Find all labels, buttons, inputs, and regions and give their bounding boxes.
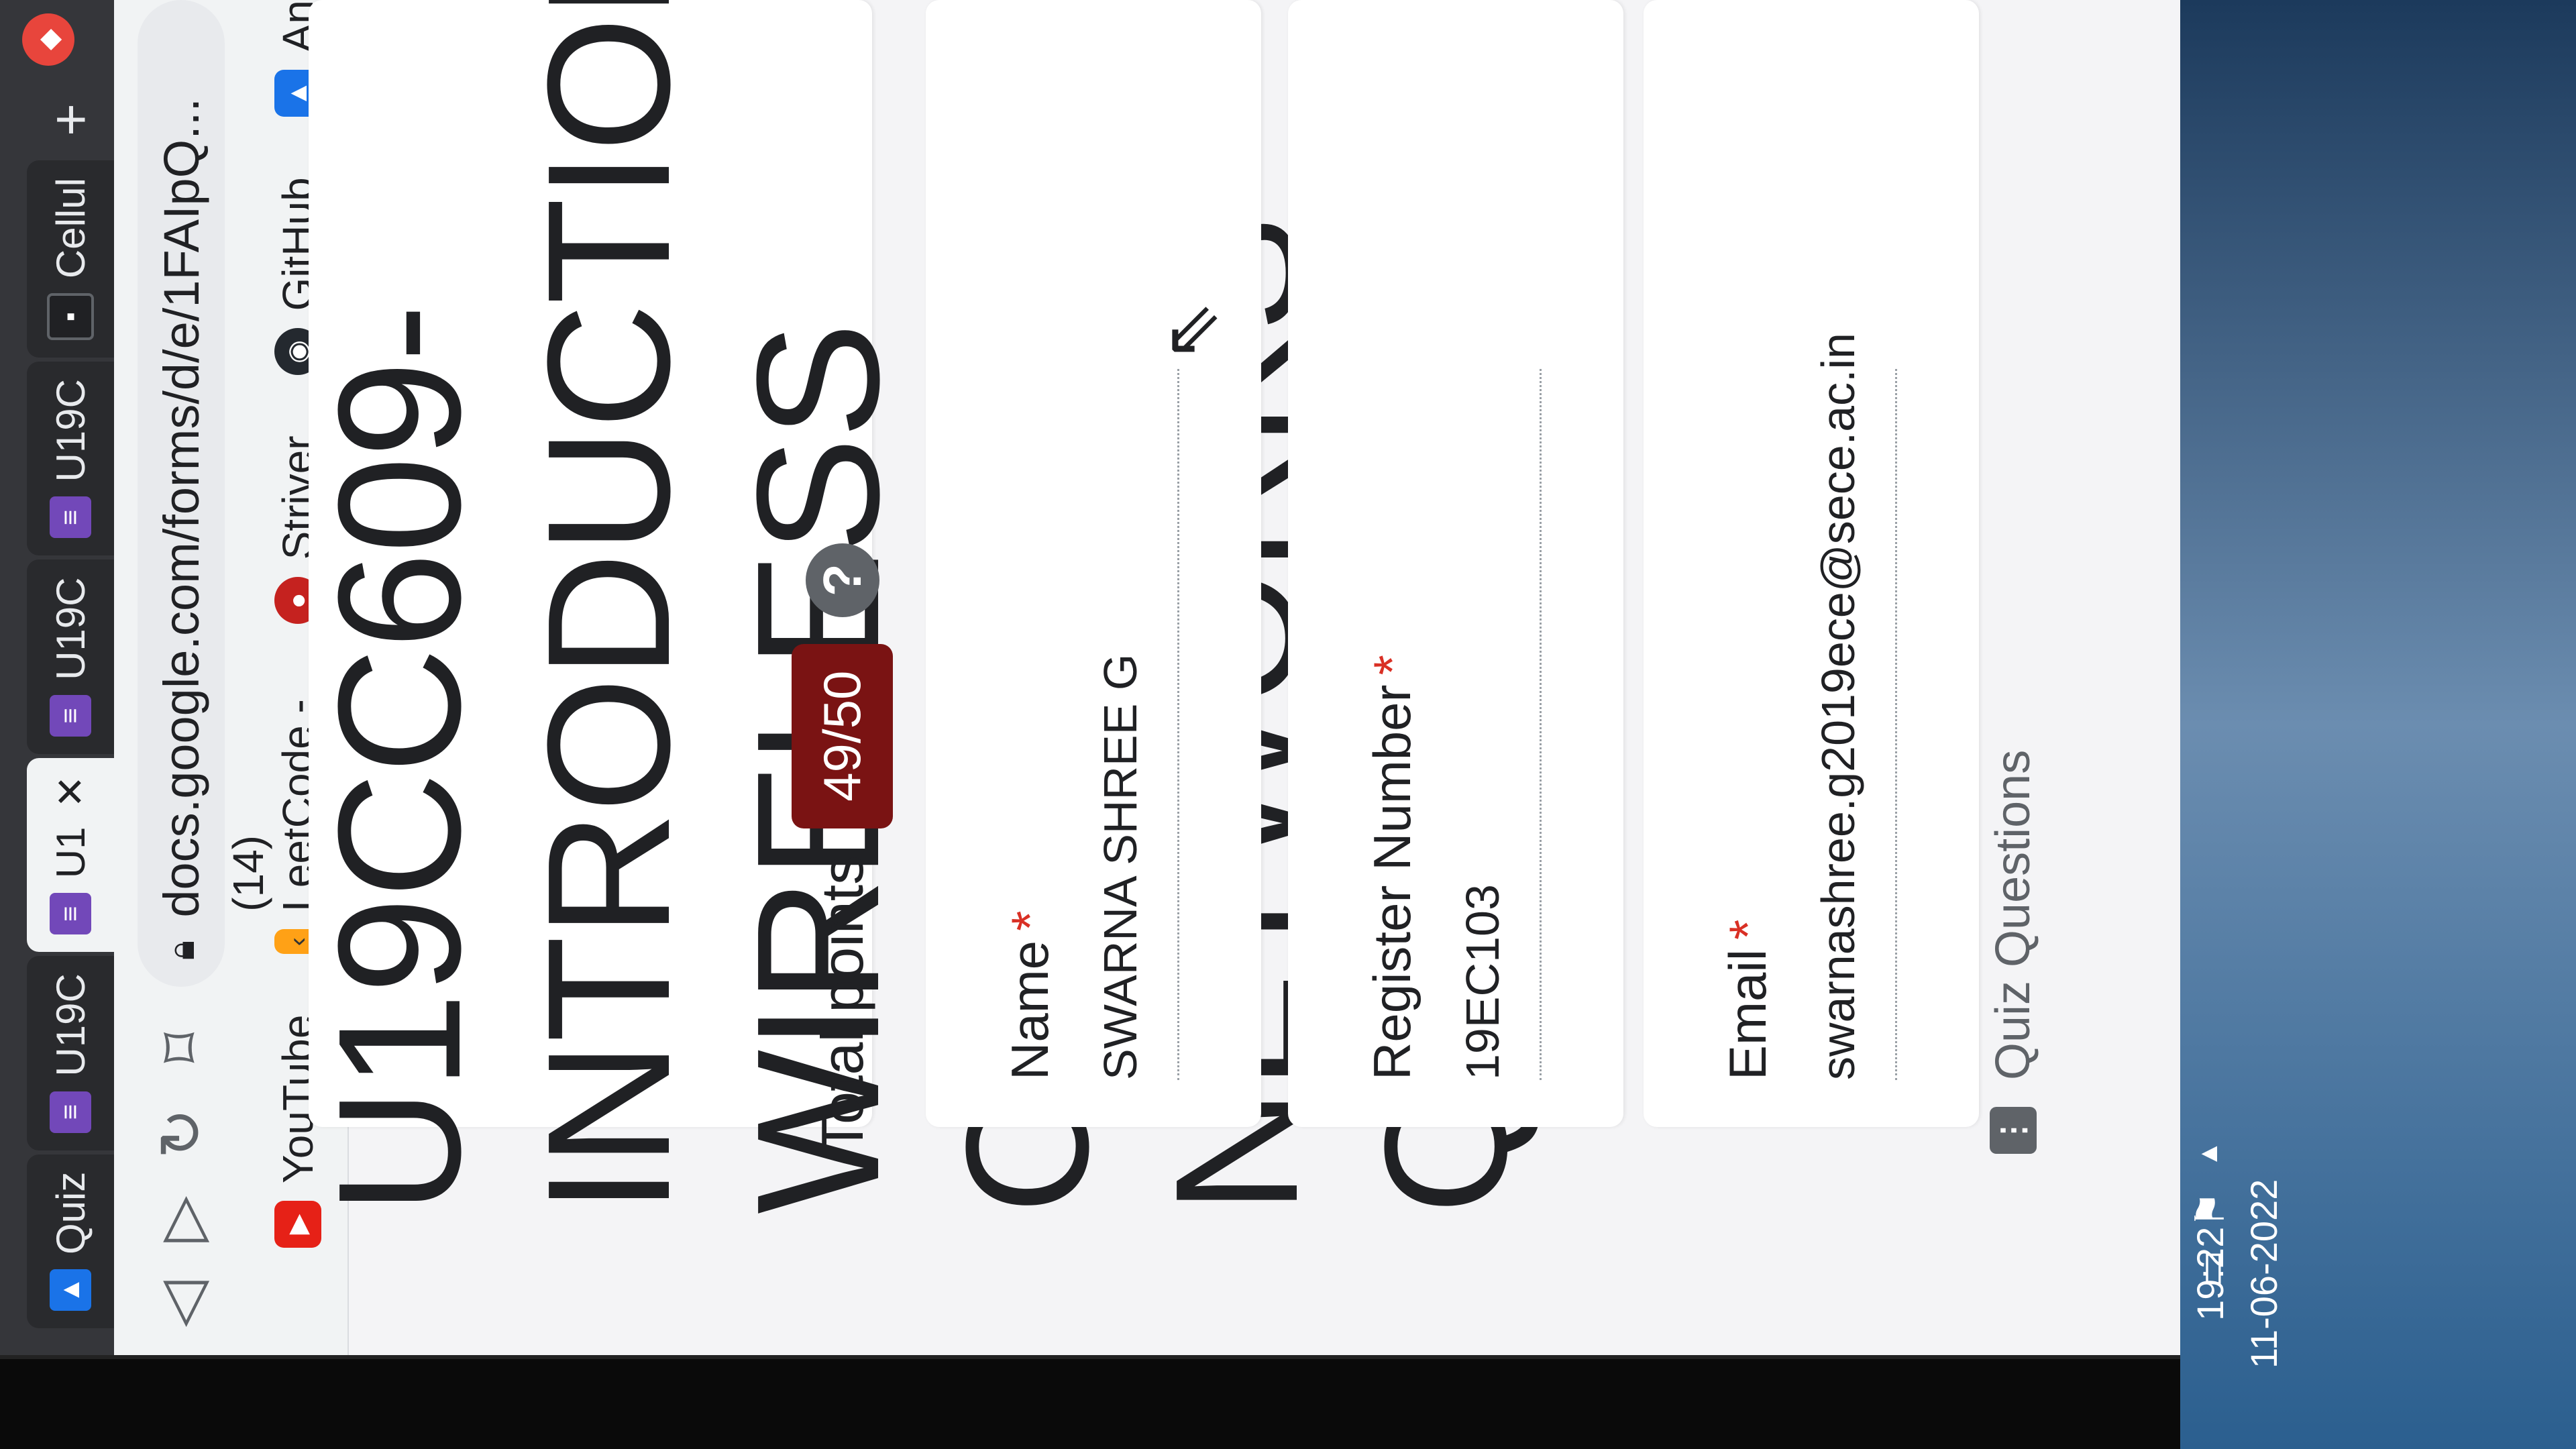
- tab-u19c-1[interactable]: ≡ U19C: [27, 956, 114, 1150]
- brave-logo-icon[interactable]: ◆: [22, 13, 74, 66]
- total-points-label: Total points: [808, 855, 875, 1154]
- input-underline: [1177, 369, 1179, 1080]
- required-asterisk: *: [1362, 655, 1421, 676]
- question-register-number: Register Number* 19EC103: [1288, 0, 1623, 1127]
- close-icon[interactable]: ✕: [48, 775, 93, 808]
- form-page: U19CC609-INTRODUCTION WIRELESS COMMUNICA…: [303, 0, 2180, 1355]
- form-header-card: U19CC609-INTRODUCTION WIRELESS COMMUNICA…: [303, 0, 1544, 1214]
- section-title: Quiz Questions: [1986, 749, 2040, 1080]
- forms-icon: ≡: [50, 496, 91, 539]
- question-email: Email* swarnashree.g2019ece@sece.ac.in: [1644, 0, 1979, 1127]
- browser-toolbar: ◁ ▷ ↻ ⌑ 🔒︎ docs.google.com/forms/d/e/1FA…: [114, 0, 248, 1355]
- show-hidden-icons-icon[interactable]: ▲: [2194, 1140, 2224, 1167]
- forward-icon[interactable]: ▷: [146, 1195, 217, 1243]
- forms-icon: ≡: [50, 694, 91, 737]
- address-bar[interactable]: 🔒︎ docs.google.com/forms/d/e/1FAIpQ...: [138, 0, 225, 987]
- input-underline: [1895, 369, 1897, 1080]
- new-tab-button[interactable]: +: [27, 83, 114, 156]
- url-text: docs.google.com/forms/d/e/1FAIpQ...: [153, 98, 209, 918]
- question-label: Register Number*: [1362, 655, 1421, 1080]
- tab-label: U19C: [48, 379, 93, 482]
- app-icon: ▪: [47, 293, 94, 341]
- input-underline: [1540, 369, 1542, 1080]
- section-footer: ⋮ Quiz Questions: [1986, 750, 2041, 1154]
- clock-date: 11-06-2022: [2243, 1179, 2285, 1368]
- tab-cellul[interactable]: ▪ Cellul: [27, 160, 114, 358]
- bookmark-icon[interactable]: ⌑: [146, 1023, 217, 1071]
- tab-quiz[interactable]: ▲ Quiz: [27, 1154, 114, 1328]
- network-icon[interactable]: ▭: [2187, 1250, 2234, 1288]
- lock-icon: 🔒︎: [159, 940, 202, 961]
- register-number-field[interactable]: 19EC103: [1456, 884, 1509, 1080]
- forms-icon: ≡: [50, 1091, 91, 1133]
- tab-active-form[interactable]: ≡ U1 ✕: [27, 757, 114, 953]
- rotated-screen: ▲ Quiz ≡ U19C ≡ U1 ✕ ≡ U19C ≡ U19C ▪ Cel…: [0, 0, 2576, 1449]
- tab-label: U19C: [48, 973, 93, 1077]
- tab-label: U1: [48, 826, 93, 879]
- tab-u19c-3[interactable]: ≡ U19C: [27, 362, 114, 556]
- reload-icon[interactable]: ↻: [146, 1108, 217, 1159]
- forms-icon: ≡: [50, 893, 91, 935]
- tab-u19c-2[interactable]: ≡ U19C: [27, 559, 114, 754]
- points-row: Total points 49/50 ?: [792, 543, 893, 1154]
- tab-bar: ▲ Quiz ≡ U19C ≡ U1 ✕ ≡ U19C ≡ U19C ▪ Cel…: [0, 0, 114, 1355]
- tab-label: Quiz: [48, 1171, 93, 1254]
- section-icon: ⋮: [1990, 1107, 2037, 1154]
- question-label: Email*: [1718, 919, 1777, 1080]
- required-asterisk: *: [1000, 910, 1059, 931]
- score-badge: 49/50: [792, 643, 893, 828]
- name-field[interactable]: SWARNA SHREE G: [1093, 654, 1147, 1080]
- tab-label: U19C: [48, 577, 93, 680]
- action-center-flag-icon[interactable]: ⚑: [2187, 1191, 2234, 1228]
- back-icon[interactable]: ◁: [146, 1280, 217, 1328]
- required-asterisk: *: [1718, 919, 1777, 940]
- tab-label: Cellul: [48, 178, 93, 279]
- mouse-cursor-icon: ⇖: [1149, 300, 1232, 362]
- question-name: Name* SWARNA SHREE G: [926, 0, 1261, 1127]
- question-label: Name*: [1000, 910, 1059, 1080]
- monitor-display: ▲ Quiz ≡ U19C ≡ U1 ✕ ≡ U19C ≡ U19C ▪ Cel…: [0, 0, 2180, 1355]
- help-icon[interactable]: ?: [805, 543, 879, 617]
- email-field[interactable]: swarnashree.g2019ece@sece.ac.in: [1811, 333, 1865, 1080]
- classroom-icon: ▲: [50, 1269, 91, 1311]
